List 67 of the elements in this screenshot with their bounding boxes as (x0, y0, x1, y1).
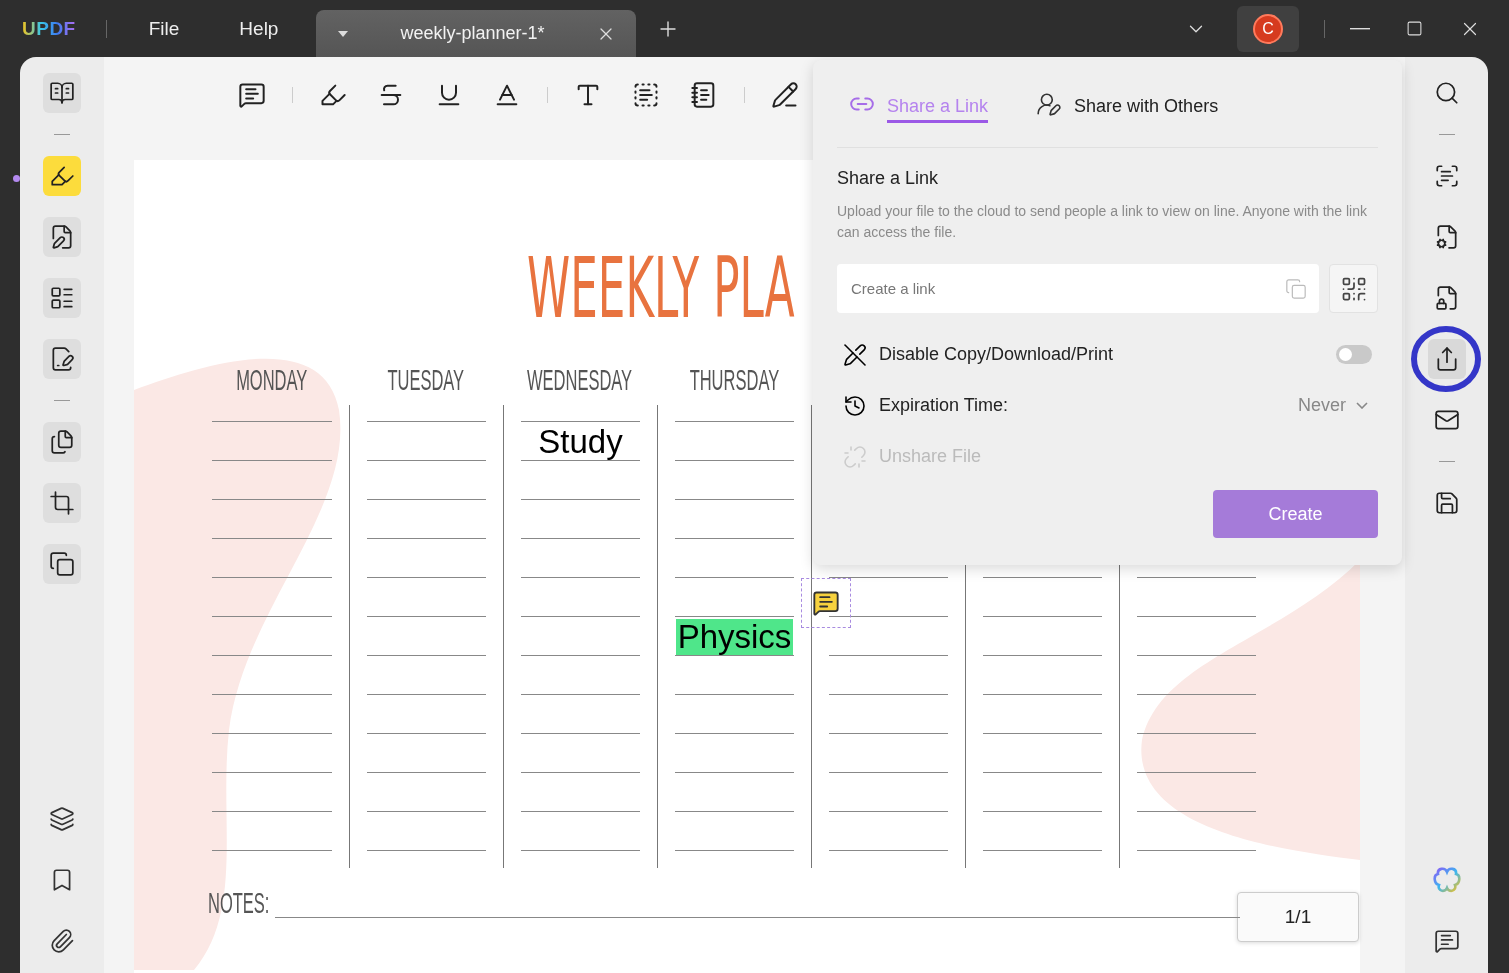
sidebar-tool[interactable] (43, 544, 81, 584)
expiration-select[interactable]: Never (1298, 395, 1368, 416)
layers-icon (49, 806, 75, 832)
sidebar-tool[interactable] (43, 422, 81, 462)
sidebar-tool[interactable] (1427, 339, 1466, 379)
file-lock-icon (1433, 285, 1460, 311)
sidebar-tool[interactable] (43, 217, 81, 257)
document-tab[interactable]: weekly-planner-1* (316, 10, 637, 57)
chevron-down-icon (1356, 402, 1368, 409)
link-field[interactable]: Create a link (837, 264, 1319, 313)
day-heading: TUESDAY (387, 363, 465, 397)
comment-icon (812, 589, 840, 617)
sidebar-tool[interactable] (43, 278, 81, 318)
menu-item[interactable]: Help (239, 17, 279, 40)
sidebar-tool[interactable] (43, 73, 81, 113)
handwritten-note: Physics (675, 619, 794, 655)
share-tab[interactable]: Share a Link (849, 83, 989, 124)
day-heading: WEDNESDAY (527, 363, 633, 397)
highlight-ring-drawing (1410, 325, 1482, 393)
edit-document-icon (49, 224, 75, 250)
pen-off-icon (843, 342, 867, 367)
pencil-icon (771, 80, 799, 109)
tab-title: weekly-planner-1* (399, 23, 546, 44)
toggle-switch[interactable] (1336, 345, 1372, 364)
comment-icon (1433, 928, 1460, 954)
day-heading: THURSDAY (689, 363, 779, 397)
avatar-button[interactable]: C (1237, 5, 1299, 52)
user-pen-icon (1036, 90, 1063, 117)
minimize-icon (1350, 27, 1370, 30)
option-label: Expiration Time: (879, 395, 1010, 416)
pages-icon (49, 429, 75, 455)
sidebar-tool[interactable] (43, 483, 81, 523)
crop-icon (49, 490, 75, 516)
description-text: Upload your file to the cloud to send people a link to view on line. Anyone with the link can access the file. (837, 202, 1368, 242)
maximize-button[interactable] (1406, 20, 1423, 37)
save-icon (1433, 490, 1460, 516)
mail-icon (1433, 407, 1460, 433)
copy-pages-icon (49, 551, 75, 577)
handwritten-note: Study (537, 424, 624, 460)
caret-icon (338, 30, 349, 37)
clover-logo-icon (1432, 866, 1461, 894)
notes-label: NOTES: (208, 886, 270, 920)
menu-item[interactable]: File (148, 17, 180, 40)
sidebar-tool[interactable] (43, 156, 81, 196)
page-indicator: 1/1 (1237, 892, 1359, 942)
share-tab[interactable]: Share with Others (1036, 83, 1219, 124)
search-icon (1433, 80, 1460, 106)
minimize-button[interactable] (1350, 27, 1370, 30)
user-avatar: C (1253, 13, 1283, 44)
active-indicator-dot (13, 175, 20, 182)
option-label: Disable Copy/Download/Print (879, 344, 1115, 365)
unlink-icon (843, 444, 867, 469)
planner-title: WEEKLY PLA (527, 248, 795, 328)
form-list-icon (49, 285, 75, 311)
comment-marker[interactable] (801, 578, 851, 628)
ocr-icon (1433, 163, 1460, 189)
fill-sign-icon (49, 346, 75, 372)
link-input[interactable]: Create a link (849, 279, 1285, 298)
section-heading: Share a Link (837, 168, 940, 189)
create-button[interactable]: Create (1213, 490, 1378, 538)
qr-code-button[interactable] (1329, 264, 1378, 313)
maximize-icon (1406, 20, 1423, 37)
history-icon (843, 393, 867, 418)
sidebar-tool[interactable] (43, 339, 81, 379)
paperclip-icon (49, 928, 75, 954)
day-heading: MONDAY (236, 363, 308, 397)
reader-icon (49, 80, 75, 106)
